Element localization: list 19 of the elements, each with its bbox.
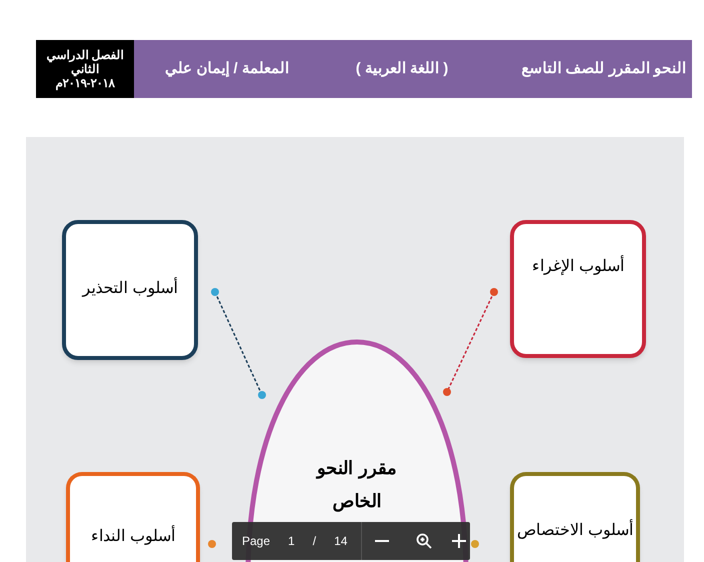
page-separator: / xyxy=(312,533,316,550)
teacher-name: المعلمة / إيمان علي xyxy=(164,58,290,79)
branch-label: أسلوب النداء xyxy=(90,526,176,545)
plus-icon xyxy=(452,534,466,548)
branch-label: أسلوب الإغراء xyxy=(532,256,624,275)
center-label: الخاص xyxy=(332,490,382,514)
minus-icon xyxy=(374,540,389,542)
zoom-in-icon xyxy=(416,533,432,549)
subject-label: ( اللغة العربية ) xyxy=(354,58,450,79)
term-label: الفصل الدراسي الثاني ٢٠١٨-٢٠١٩م xyxy=(45,48,125,90)
branch-label: أسلوب التحذير xyxy=(82,278,178,297)
page-number-field[interactable]: 1 xyxy=(288,532,295,550)
connector-dot xyxy=(208,540,216,548)
page-total: 14 xyxy=(334,533,348,550)
center-label: مقرر النحو xyxy=(316,457,398,481)
branch-label: أسلوب الاختصاص xyxy=(516,520,634,539)
page-label: Page xyxy=(242,533,270,550)
course-title: النحو المقرر للصف التاسع xyxy=(520,58,687,79)
connector-dot xyxy=(471,540,479,548)
